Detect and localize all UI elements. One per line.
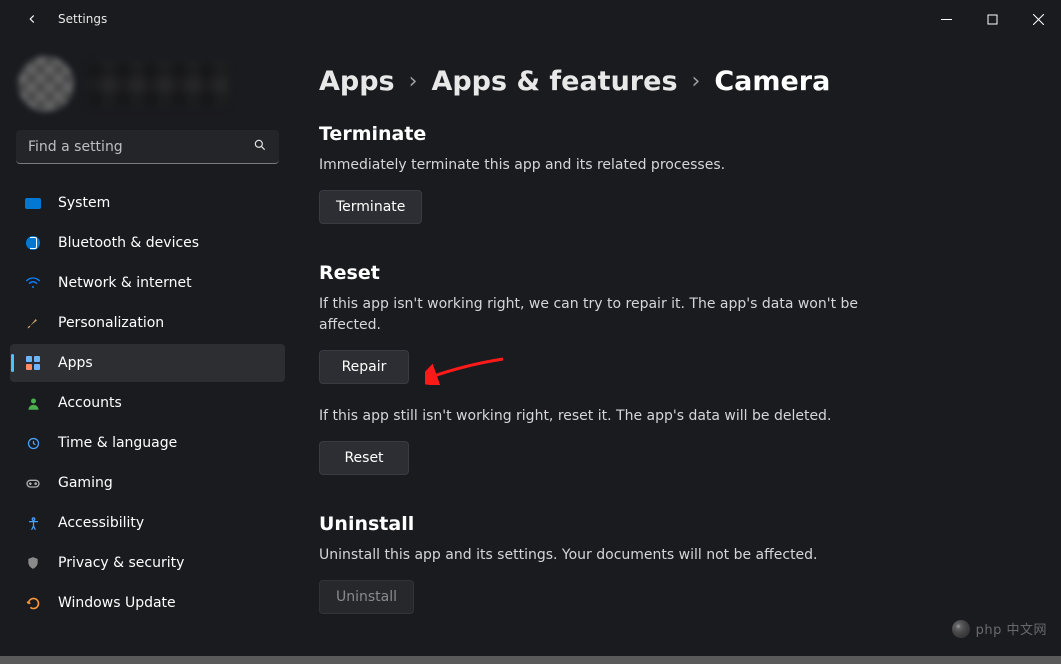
section-title: Terminate bbox=[319, 123, 879, 145]
chevron-right-icon: › bbox=[409, 69, 418, 94]
sidebar-item-label: Bluetooth & devices bbox=[58, 235, 199, 251]
sidebar-item-accounts[interactable]: Accounts bbox=[10, 384, 285, 422]
sidebar-item-windows-update[interactable]: Windows Update bbox=[10, 584, 285, 622]
sidebar-item-apps[interactable]: Apps bbox=[10, 344, 285, 382]
sidebar-item-label: Personalization bbox=[58, 315, 164, 331]
search-input[interactable] bbox=[28, 139, 253, 155]
reset-button[interactable]: Reset bbox=[319, 441, 409, 475]
update-icon bbox=[24, 594, 42, 612]
sidebar-item-label: System bbox=[58, 195, 110, 211]
profile-block[interactable] bbox=[10, 52, 285, 130]
sidebar-item-label: Time & language bbox=[58, 435, 177, 451]
sidebar-item-network[interactable]: Network & internet bbox=[10, 264, 285, 302]
window-controls bbox=[923, 0, 1061, 38]
breadcrumb-apps-features[interactable]: Apps & features bbox=[431, 66, 677, 97]
window-title: Settings bbox=[58, 12, 107, 26]
shield-icon bbox=[24, 554, 42, 572]
uninstall-button: Uninstall bbox=[319, 580, 414, 614]
clock-icon bbox=[24, 434, 42, 452]
uninstall-section: Uninstall Uninstall this app and its set… bbox=[319, 513, 879, 614]
sidebar-item-label: Network & internet bbox=[58, 275, 192, 291]
section-desc: If this app isn't working right, we can … bbox=[319, 294, 879, 336]
section-desc: Immediately terminate this app and its r… bbox=[319, 155, 879, 176]
chevron-right-icon: › bbox=[692, 69, 701, 94]
nav-list: System Bluetooth & devices Network & int… bbox=[10, 184, 285, 622]
terminate-section: Terminate Immediately terminate this app… bbox=[319, 123, 879, 224]
watermark-logo-icon bbox=[952, 620, 970, 638]
back-button[interactable] bbox=[18, 12, 46, 26]
sidebar-item-system[interactable]: System bbox=[10, 184, 285, 222]
section-title: Reset bbox=[319, 262, 879, 284]
sidebar-item-gaming[interactable]: Gaming bbox=[10, 464, 285, 502]
settings-window: Settings bbox=[0, 0, 1061, 656]
titlebar: Settings bbox=[0, 0, 1061, 38]
sidebar-item-time-language[interactable]: Time & language bbox=[10, 424, 285, 462]
sidebar-item-label: Gaming bbox=[58, 475, 113, 491]
section-title: Uninstall bbox=[319, 513, 879, 535]
sidebar-item-privacy[interactable]: Privacy & security bbox=[10, 544, 285, 582]
section-desc: Uninstall this app and its settings. You… bbox=[319, 545, 879, 566]
sidebar-item-label: Privacy & security bbox=[58, 555, 184, 571]
terminate-button[interactable]: Terminate bbox=[319, 190, 422, 224]
close-button[interactable] bbox=[1015, 0, 1061, 38]
sidebar-item-label: Windows Update bbox=[58, 595, 176, 611]
sidebar-item-bluetooth[interactable]: Bluetooth & devices bbox=[10, 224, 285, 262]
gaming-icon bbox=[24, 474, 42, 492]
sidebar-item-label: Apps bbox=[58, 355, 93, 371]
search-icon bbox=[253, 138, 267, 156]
breadcrumb: Apps › Apps & features › Camera bbox=[319, 66, 1021, 97]
wifi-icon bbox=[24, 274, 42, 292]
breadcrumb-apps[interactable]: Apps bbox=[319, 66, 395, 97]
main-content: Apps › Apps & features › Camera Terminat… bbox=[295, 38, 1061, 656]
repair-button[interactable]: Repair bbox=[319, 350, 409, 384]
accounts-icon bbox=[24, 394, 42, 412]
search-box[interactable] bbox=[16, 130, 279, 164]
watermark-text: php 中文网 bbox=[976, 619, 1047, 638]
avatar bbox=[18, 56, 74, 112]
watermark: php 中文网 bbox=[952, 619, 1047, 638]
accessibility-icon bbox=[24, 514, 42, 532]
sidebar-item-label: Accounts bbox=[58, 395, 122, 411]
bluetooth-icon bbox=[24, 234, 42, 252]
sidebar-item-accessibility[interactable]: Accessibility bbox=[10, 504, 285, 542]
brush-icon bbox=[24, 314, 42, 332]
reset-section: Reset If this app isn't working right, w… bbox=[319, 262, 879, 475]
apps-icon bbox=[24, 354, 42, 372]
sidebar-item-personalization[interactable]: Personalization bbox=[10, 304, 285, 342]
system-icon bbox=[24, 194, 42, 212]
sidebar: System Bluetooth & devices Network & int… bbox=[0, 38, 295, 656]
breadcrumb-current: Camera bbox=[714, 66, 830, 97]
maximize-button[interactable] bbox=[969, 0, 1015, 38]
profile-name-redacted bbox=[88, 62, 228, 106]
sidebar-item-label: Accessibility bbox=[58, 515, 144, 531]
section-desc: If this app still isn't working right, r… bbox=[319, 406, 879, 427]
minimize-button[interactable] bbox=[923, 0, 969, 38]
